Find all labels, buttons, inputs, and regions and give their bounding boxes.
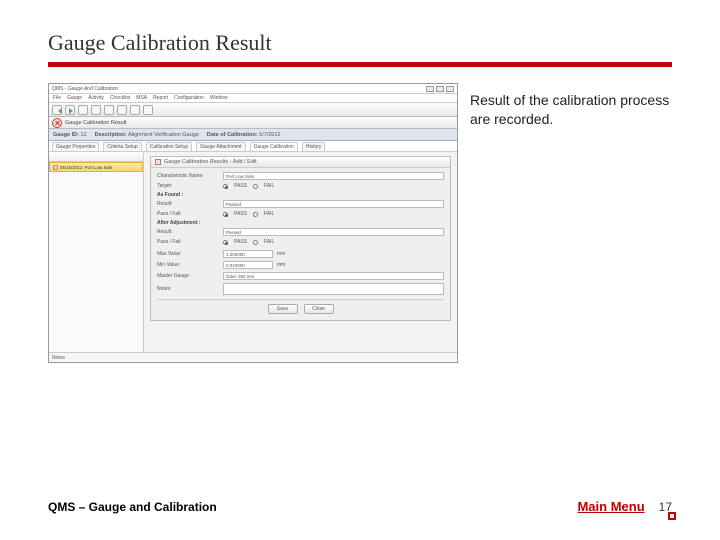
toolbar-icon[interactable] (91, 105, 101, 115)
mastergauge-input[interactable]: Odec 250 mm (223, 272, 444, 280)
mastergauge-label: Master Gauge: (157, 273, 219, 279)
main-menu-link[interactable]: Main Menu (577, 499, 644, 514)
close-window-icon[interactable] (446, 86, 454, 92)
toolbar-icon[interactable] (104, 105, 114, 115)
dialog-titlebar: Gauge Calibration Results - Add / Edit (151, 157, 450, 168)
maxvalue-input[interactable]: 1.000000 (223, 250, 273, 258)
minvalue-unit: mm (277, 262, 285, 268)
result2-input[interactable]: Passed (223, 228, 444, 236)
left-panel-header (49, 152, 143, 162)
asfound-section: As Found : (157, 192, 444, 198)
passfail-label: Pass / Fail: (157, 211, 219, 217)
left-panel: 05/15/2012 Port Low Side (49, 152, 144, 352)
target-label: Target: (157, 183, 219, 189)
panel-label: Gauge Calibration Result (65, 120, 126, 126)
toolbar-icon[interactable] (143, 105, 153, 115)
asfound-pass-radio[interactable] (223, 212, 228, 217)
slide-caption: Result of the calibration process are re… (470, 83, 672, 129)
minimize-icon[interactable] (426, 86, 434, 92)
calibration-result-dialog: Gauge Calibration Results - Add / Edit C… (150, 156, 451, 321)
passfail2-label: Pass / Fail: (157, 239, 219, 245)
app-infobar: Gauge ID: 12 Description: Alignment Veri… (49, 129, 457, 141)
menu-msa[interactable]: MSA (136, 95, 147, 101)
close-tab-icon[interactable] (52, 118, 62, 128)
notes-input[interactable] (223, 283, 444, 295)
result-input[interactable]: Passed (223, 200, 444, 208)
gauge-id-label: Gauge ID: (53, 132, 79, 138)
pass-opt-label: PASS (234, 239, 247, 245)
tab-gauge-attachment[interactable]: Gauge Attachment (196, 142, 245, 151)
pass-opt-label: PASS (234, 211, 247, 217)
char-name-label: Characteristic Name: (157, 173, 219, 179)
footer-left: QMS – Gauge and Calibration (48, 500, 217, 514)
afteradj-pass-radio[interactable] (223, 240, 228, 245)
app-menubar: File Gauge Activity Checklist MSA Report… (49, 94, 457, 103)
menu-configuration[interactable]: Configuration (174, 95, 204, 101)
menu-activity[interactable]: Activity (88, 95, 104, 101)
result-label: Result: (157, 201, 219, 207)
app-window: QMS - Gauge And Calibration File Gauge A… (48, 83, 458, 363)
notes-footer: Notes (49, 352, 457, 362)
close-button[interactable]: Close (304, 304, 334, 314)
notes-label: Notes: (157, 286, 219, 292)
maxvalue-label: Max Value: (157, 251, 219, 257)
menu-gauge[interactable]: Gauge (67, 95, 82, 101)
menu-file[interactable]: File (53, 95, 61, 101)
corner-square-icon (668, 512, 676, 520)
pass-opt-label: PASS (234, 183, 247, 189)
save-button[interactable]: Save (268, 304, 298, 314)
tab-gauge-properties[interactable]: Gauge Properties (52, 142, 99, 151)
toolbar-icon[interactable] (78, 105, 88, 115)
toolbar-icon[interactable] (130, 105, 140, 115)
gauge-id-value: 12 (81, 132, 87, 138)
app-toolbar-2: Gauge Calibration Result (49, 117, 457, 129)
row-date: 05/15/2012 (60, 165, 83, 170)
afteradj-section: After Adjustment : (157, 220, 444, 226)
row-name: Port Low Side (85, 165, 113, 170)
dialog-header-icon (155, 159, 161, 165)
app-tabs: Gauge Properties Criteria Setup Calibrat… (49, 141, 457, 152)
row-marker-icon (53, 165, 58, 170)
tab-calibration-setup[interactable]: Calibration Setup (146, 142, 192, 151)
char-name-input[interactable]: Port Low Side (223, 172, 444, 180)
afteradj-fail-radio[interactable] (253, 240, 258, 245)
target-pass-radio[interactable] (223, 184, 228, 189)
nav-forward-icon[interactable] (65, 105, 75, 115)
tab-history[interactable]: History (302, 142, 326, 151)
list-item[interactable]: 05/15/2012 Port Low Side (49, 162, 143, 172)
fail-opt-label: FAIL (264, 211, 274, 217)
tab-criteria-setup[interactable]: Criteria Setup (103, 142, 142, 151)
target-fail-radio[interactable] (253, 184, 258, 189)
slide-title: Gauge Calibration Result (48, 30, 672, 67)
desc-label: Description: (95, 132, 127, 138)
result2-label: Result: (157, 229, 219, 235)
maximize-icon[interactable] (436, 86, 444, 92)
tab-gauge-calibration[interactable]: Gauge Calibration (250, 142, 298, 151)
nav-back-icon[interactable] (52, 105, 62, 115)
asfound-fail-radio[interactable] (253, 212, 258, 217)
app-window-title: QMS - Gauge And Calibration (52, 86, 118, 92)
slide-footer: QMS – Gauge and Calibration Main Menu 17 (48, 499, 672, 514)
menu-checklist[interactable]: Checklist (110, 95, 130, 101)
menu-window[interactable]: Window (210, 95, 228, 101)
fail-opt-label: FAIL (264, 239, 274, 245)
desc-value: Alignment Verification Gauge (128, 132, 199, 138)
app-toolbar (49, 103, 457, 117)
dialog-title: Gauge Calibration Results - Add / Edit (164, 159, 257, 165)
minvalue-label: Min Value: (157, 262, 219, 268)
cal-date-value: 5/7/2012 (259, 132, 280, 138)
cal-date-label: Date of Calibration: (207, 132, 258, 138)
menu-report[interactable]: Report (153, 95, 168, 101)
toolbar-icon[interactable] (117, 105, 127, 115)
fail-opt-label: FAIL (264, 183, 274, 189)
maxvalue-unit: mm (277, 251, 285, 257)
app-titlebar: QMS - Gauge And Calibration (49, 84, 457, 94)
minvalue-input[interactable]: 0.010000 (223, 261, 273, 269)
